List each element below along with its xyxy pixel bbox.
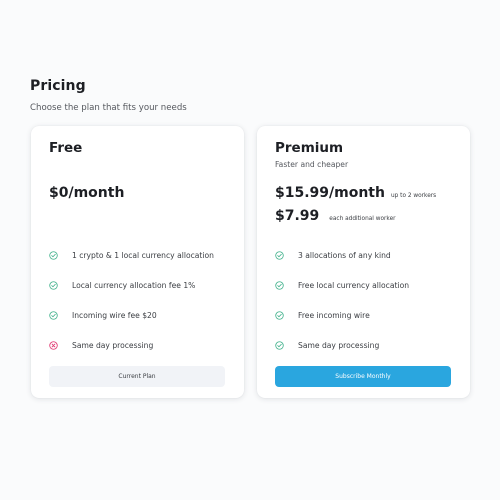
check-circle-icon xyxy=(275,340,284,350)
plan-price-line: $0/month xyxy=(49,185,124,201)
plan-card-free: Free $0/month 1 crypto & 1 local currenc… xyxy=(31,126,244,398)
plan-price: $15.99/month xyxy=(275,185,385,201)
check-circle-icon xyxy=(275,250,284,260)
feature-item: Same day processing xyxy=(275,330,409,360)
feature-item: Free local currency allocation xyxy=(275,270,409,300)
feature-item: Local currency allocation fee 1% xyxy=(49,270,214,300)
plan-price-line: $15.99/month up to 2 workers xyxy=(275,185,436,201)
extra-price-line: $7.99 each additional worker xyxy=(275,208,396,224)
x-circle-icon xyxy=(49,340,58,350)
plan-price: $0/month xyxy=(49,185,125,201)
check-circle-icon xyxy=(49,250,58,260)
page-subtitle: Choose the plan that fits your needs xyxy=(30,103,187,113)
current-plan-button[interactable]: Current Plan xyxy=(49,366,225,387)
feature-label: Free local currency allocation xyxy=(298,280,410,290)
extra-price-note: each additional worker xyxy=(329,216,396,222)
feature-list: 1 crypto & 1 local currency allocation L… xyxy=(49,240,214,360)
check-circle-icon xyxy=(275,280,284,290)
check-circle-icon xyxy=(49,280,58,290)
pricing-header: Pricing Choose the plan that fits your n… xyxy=(30,78,187,113)
feature-item: Same day processing xyxy=(49,330,214,360)
plan-name: Free xyxy=(49,140,83,156)
feature-label: Same day processing xyxy=(298,340,380,350)
feature-list: 3 allocations of any kind Free local cur… xyxy=(275,240,409,360)
check-circle-icon xyxy=(275,310,284,320)
check-circle-icon xyxy=(49,310,58,320)
plan-price-note: up to 2 workers xyxy=(390,193,437,199)
feature-label: Incoming wire fee $20 xyxy=(72,310,157,320)
plan-name: Premium xyxy=(275,140,344,156)
plan-card-premium: Premium Faster and cheaper $15.99/month … xyxy=(257,126,470,398)
page-title: Pricing xyxy=(30,78,86,94)
feature-item: Incoming wire fee $20 xyxy=(49,300,214,330)
subscribe-monthly-button[interactable]: Subscribe Monthly xyxy=(275,366,451,387)
feature-label: 3 allocations of any kind xyxy=(298,250,391,260)
plan-tagline: Faster and cheaper xyxy=(275,160,349,169)
feature-label: 1 crypto & 1 local currency allocation xyxy=(72,250,214,260)
extra-price: $7.99 xyxy=(275,208,320,224)
feature-label: Same day processing xyxy=(72,340,154,350)
feature-item: 1 crypto & 1 local currency allocation xyxy=(49,240,214,270)
feature-label: Free incoming wire xyxy=(298,310,370,320)
feature-item: Free incoming wire xyxy=(275,300,409,330)
feature-label: Local currency allocation fee 1% xyxy=(72,280,196,290)
feature-item: 3 allocations of any kind xyxy=(275,240,409,270)
